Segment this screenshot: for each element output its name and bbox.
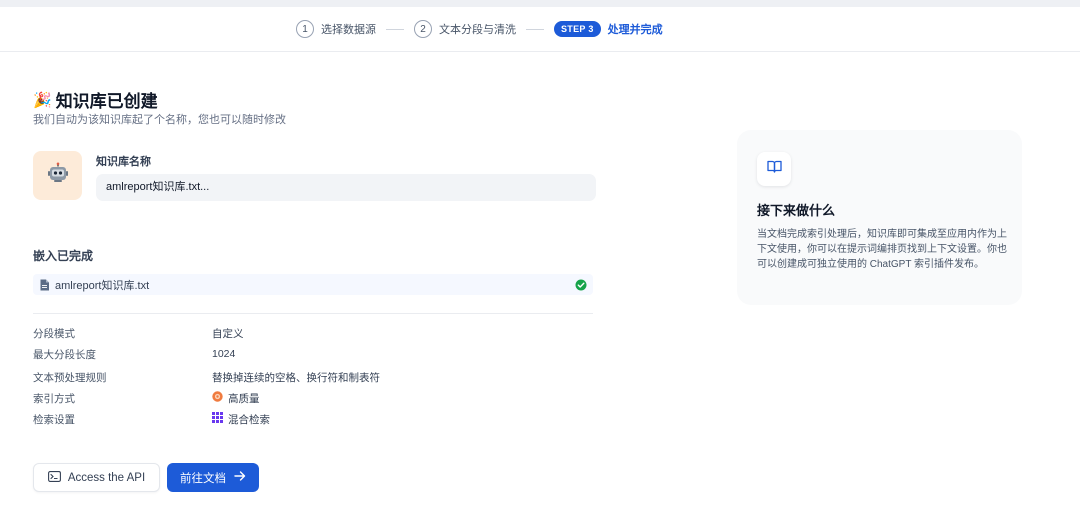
book-open-icon: [766, 160, 782, 178]
info-row-segment-mode: 分段模式 自定义: [33, 324, 593, 342]
step-2-number: 2: [414, 20, 432, 38]
step-separator: [526, 28, 544, 30]
next-steps-card: 接下来做什么 当文档完成索引处理后，知识库即可集成至应用内作为上下文使用，你可以…: [737, 130, 1022, 305]
step-separator: [386, 28, 404, 30]
page-subtitle: 我们自动为该知识库起了个名称，您也可以随时修改: [33, 114, 286, 126]
step-1-label: 选择数据源: [321, 24, 376, 36]
info-row-preprocess-rules: 文本预处理规则 替换掉连续的空格、换行符和制表符: [33, 368, 593, 386]
step-1: 1 选择数据源: [296, 20, 376, 38]
access-api-label: Access the API: [67, 471, 146, 484]
info-key: 索引方式: [33, 392, 75, 405]
embedding-title: 嵌入已完成: [33, 249, 94, 263]
info-value: 混合检索: [212, 412, 270, 427]
file-icon: [39, 279, 50, 291]
access-api-button[interactable]: Access the API: [33, 463, 160, 492]
go-to-documents-button[interactable]: 前往文档: [167, 463, 259, 492]
info-value: 高质量: [212, 391, 260, 406]
info-value-text: 混合检索: [228, 413, 270, 426]
info-key: 文本预处理规则: [33, 371, 107, 384]
page-title-text: 知识库已创建: [55, 92, 158, 111]
kb-name-input[interactable]: [96, 174, 596, 201]
step-2-label: 文本分段与清洗: [439, 24, 516, 36]
step-1-number: 1: [296, 20, 314, 38]
step-3: STEP 3 处理并完成: [554, 21, 663, 37]
next-steps-icon-box: [757, 152, 791, 186]
next-steps-title: 接下来做什么: [757, 203, 836, 218]
party-popper-icon: 🎉: [33, 91, 52, 109]
embedded-file-name: amlreport知识库.txt: [55, 279, 150, 292]
info-value-text: 1024: [212, 348, 236, 360]
info-row-index-mode: 索引方式 高质量: [33, 389, 593, 407]
terminal-icon: [47, 470, 61, 485]
check-circle-icon: [575, 279, 587, 291]
info-key: 检索设置: [33, 413, 75, 426]
stepper-bar: 1 选择数据源 2 文本分段与清洗 STEP 3 处理并完成: [0, 7, 1080, 52]
info-key: 分段模式: [33, 327, 75, 340]
grid-icon: [212, 412, 223, 426]
page-title: 🎉 知识库已创建: [33, 87, 158, 112]
go-to-documents-label: 前往文档: [180, 472, 226, 485]
step-2: 2 文本分段与清洗: [414, 20, 516, 38]
info-value: 替换掉连续的空格、换行符和制表符: [212, 370, 380, 385]
top-strip: [0, 0, 1080, 7]
kb-name-label: 知识库名称: [96, 156, 151, 168]
stepper: 1 选择数据源 2 文本分段与清洗 STEP 3 处理并完成: [296, 20, 663, 38]
info-row-retrieval-setting: 检索设置 混合检索: [33, 410, 593, 428]
high-quality-icon: [212, 391, 223, 405]
robot-icon: [47, 162, 69, 189]
arrow-right-icon: [234, 471, 246, 484]
next-steps-description: 当文档完成索引处理后，知识库即可集成至应用内作为上下文使用，你可以在提示词编排页…: [757, 229, 1007, 270]
info-value: 自定义: [212, 326, 244, 341]
embedded-file-row: amlreport知识库.txt: [33, 274, 593, 295]
info-value: 1024: [212, 348, 235, 360]
step-3-label: 处理并完成: [607, 24, 663, 36]
step-3-badge: STEP 3: [554, 21, 601, 37]
kb-avatar[interactable]: [33, 151, 82, 200]
info-value-text: 自定义: [212, 327, 244, 340]
info-value-text: 高质量: [228, 392, 260, 405]
info-key: 最大分段长度: [33, 348, 96, 361]
info-row-max-length: 最大分段长度 1024: [33, 345, 593, 363]
info-value-text: 替换掉连续的空格、换行符和制表符: [212, 371, 380, 384]
section-divider: [33, 313, 593, 314]
